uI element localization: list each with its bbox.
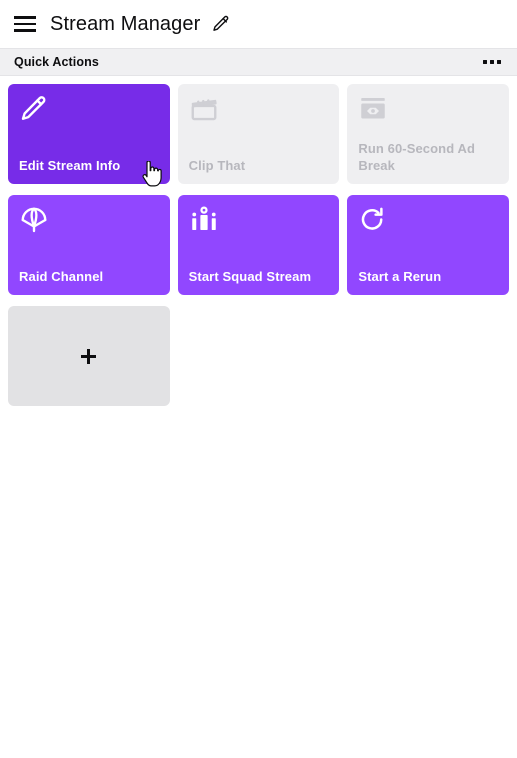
clapperboard-icon bbox=[189, 94, 219, 124]
ellipsis-dot bbox=[497, 60, 501, 64]
quick-action-label: Edit Stream Info bbox=[19, 158, 121, 173]
quick-action-label: Run 60-Second Ad Break bbox=[358, 141, 476, 173]
quick-actions-grid: Edit Stream Info Clip That Run 60-Second… bbox=[0, 76, 517, 414]
ellipsis-horizontal-icon[interactable] bbox=[479, 51, 505, 73]
quick-action-label: Start Squad Stream bbox=[188, 269, 312, 284]
pencil-edit-icon[interactable] bbox=[211, 14, 231, 34]
ellipsis-dot bbox=[483, 60, 487, 64]
add-quick-action-card[interactable] bbox=[8, 306, 170, 406]
parachute-icon bbox=[19, 205, 49, 235]
quick-action-label: Start a Rerun bbox=[358, 269, 442, 284]
quick-actions-section-header: Quick Actions bbox=[0, 48, 517, 76]
quick-action-card-run-ad-break[interactable]: Run 60-Second Ad Break bbox=[347, 84, 509, 184]
quick-action-card-start-a-rerun[interactable]: Start a Rerun bbox=[347, 195, 509, 295]
hamburger-bar bbox=[14, 29, 36, 32]
quick-action-label: Clip That bbox=[188, 158, 246, 173]
hamburger-bar bbox=[14, 16, 36, 19]
ellipsis-dot bbox=[490, 60, 494, 64]
hamburger-bar bbox=[14, 22, 36, 26]
quick-action-card-raid-channel[interactable]: Raid Channel bbox=[8, 195, 170, 295]
quick-action-label: Raid Channel bbox=[19, 269, 104, 284]
quick-action-card-start-squad-stream[interactable]: Start Squad Stream bbox=[177, 195, 340, 295]
page-title: Stream Manager bbox=[50, 12, 201, 35]
rerun-refresh-icon bbox=[358, 205, 388, 235]
squad-people-icon bbox=[189, 205, 219, 235]
cash-bill-icon bbox=[358, 94, 388, 124]
pencil-edit-icon bbox=[19, 94, 49, 124]
app-bar: Stream Manager bbox=[0, 0, 517, 48]
section-title: Quick Actions bbox=[14, 55, 99, 69]
hamburger-menu-icon[interactable] bbox=[12, 11, 38, 37]
plus-icon bbox=[81, 348, 97, 364]
quick-action-card-clip-that[interactable]: Clip That bbox=[177, 84, 340, 184]
quick-action-card-edit-stream-info[interactable]: Edit Stream Info bbox=[8, 84, 170, 184]
